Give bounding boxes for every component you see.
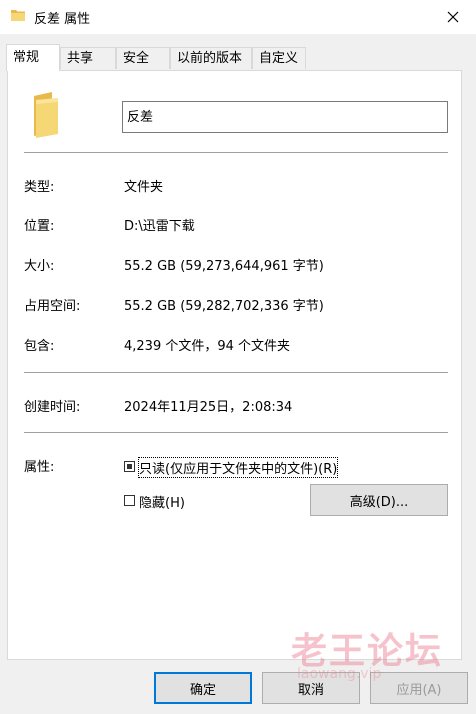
created-value: 2024年11月25日，2:08:34 <box>124 400 293 415</box>
type-value: 文件夹 <box>124 180 164 195</box>
separator <box>24 372 448 373</box>
size-on-disk-value: 55.2 GB (59,282,702,336 字节) <box>124 299 324 314</box>
created-label: 创建时间: <box>24 400 81 415</box>
location-value: D:\迅雷下载 <box>124 219 195 234</box>
tab-general[interactable]: 常规 <box>6 44 60 71</box>
tab-sharing[interactable]: 共享 <box>60 47 116 69</box>
separator <box>24 432 448 433</box>
attributes-label: 属性: <box>24 460 55 475</box>
general-panel <box>7 70 462 660</box>
separator <box>24 152 448 153</box>
window-title: 反差 属性 <box>34 12 91 27</box>
tab-customize[interactable]: 自定义 <box>252 47 306 69</box>
hidden-label[interactable]: 隐藏(H) <box>139 492 185 511</box>
contains-label: 包含: <box>24 339 55 354</box>
readonly-label[interactable]: 只读(仅应用于文件夹中的文件)(R) <box>137 457 339 478</box>
location-label: 位置: <box>24 219 55 234</box>
type-label: 类型: <box>24 180 55 195</box>
size-label: 大小: <box>24 259 55 274</box>
size-on-disk-label: 占用空间: <box>24 299 81 314</box>
folder-name-input[interactable]: 反差 <box>122 101 448 133</box>
close-icon <box>447 11 459 23</box>
cancel-button[interactable]: 取消 <box>262 672 360 704</box>
tab-previous-versions[interactable]: 以前的版本 <box>170 47 252 69</box>
advanced-button[interactable]: 高级(D)... <box>310 484 448 516</box>
folder-icon <box>11 10 25 21</box>
size-value: 55.2 GB (59,273,644,961 字节) <box>124 259 324 274</box>
hidden-checkbox[interactable] <box>124 495 135 506</box>
readonly-checkbox[interactable] <box>124 461 135 472</box>
close-button[interactable] <box>430 0 476 34</box>
tab-security[interactable]: 安全 <box>116 47 170 69</box>
ok-button[interactable]: 确定 <box>154 672 252 704</box>
contains-value: 4,239 个文件，94 个文件夹 <box>124 339 291 354</box>
folder-large-icon <box>34 92 58 138</box>
title-bar: 反差 属性 <box>0 0 476 34</box>
apply-button[interactable]: 应用(A) <box>370 672 468 704</box>
